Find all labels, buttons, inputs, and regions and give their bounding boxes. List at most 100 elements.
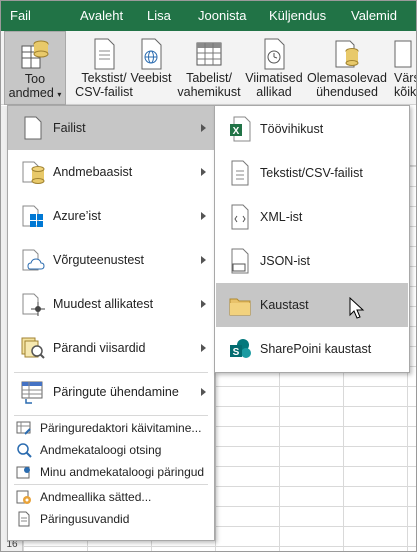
cloud-icon <box>22 249 45 271</box>
submenu-arrow-icon <box>201 256 206 264</box>
submenu-item-label: JSON-ist <box>260 254 310 268</box>
get-data-menu: Failist Andmebaasist Azure’ist Võrguteen… <box>7 105 215 541</box>
menu-item-label: Azure’ist <box>53 209 101 223</box>
svg-text:S: S <box>233 347 240 358</box>
json-file-icon <box>231 248 249 274</box>
query-editor-icon <box>16 421 31 435</box>
menu-item-from-file[interactable]: Failist <box>8 106 214 150</box>
sharepoint-icon: S <box>230 339 251 358</box>
folder-icon <box>229 298 251 316</box>
menu-item-combine-queries[interactable]: Päringute ühendamine <box>8 370 214 414</box>
submenu-item-from-xml[interactable]: XML-ist <box>216 195 408 239</box>
menu-item-label: Andmebaasist <box>53 165 133 179</box>
from-file-submenu: X Töövihikust Tekstist/CSV-failist XML-i… <box>214 105 410 373</box>
menu-item-launch-query-editor[interactable]: Päringuredaktori käivitamine... <box>8 417 214 439</box>
connections-icon <box>335 40 359 68</box>
recent-sources-button[interactable]: Viimatised allikad <box>243 31 305 105</box>
table-grid-icon <box>196 42 222 66</box>
from-web-label: Veebist <box>130 71 172 85</box>
menu-item-label: Muudest allikatest <box>53 297 154 311</box>
submenu-item-label: Kaustast <box>260 298 309 312</box>
submenu-arrow-icon <box>201 300 206 308</box>
database-table-icon <box>21 40 49 69</box>
existing-connections-label-2: ühendused <box>316 85 378 99</box>
submenu-arrow-icon <box>201 388 206 396</box>
database-icon <box>22 161 45 184</box>
menu-item-query-options[interactable]: Päringusuvandid <box>8 508 214 530</box>
text-file-icon <box>231 160 249 186</box>
menu-item-data-source-settings[interactable]: Andmeallika sätted... <box>8 486 214 508</box>
query-options-icon <box>18 511 30 527</box>
submenu-arrow-icon <box>201 212 206 220</box>
menu-item-label: Minu andmekataloogi päringud <box>40 465 205 479</box>
submenu-item-label: Töövihikust <box>260 122 324 136</box>
menu-item-my-catalog-queries[interactable]: Minu andmekataloogi päringud <box>8 461 214 483</box>
menu-item-data-catalog-search[interactable]: Andmekataloogi otsing <box>8 439 214 461</box>
menu-item-label: Failist <box>53 121 86 135</box>
refresh-icon <box>394 40 412 68</box>
submenu-item-label: SharePoini kaustast <box>260 342 372 356</box>
menu-separator <box>14 415 208 416</box>
ribbon-tab-bar: Fail Avaleht Lisa Joonista Küljendus Val… <box>1 1 416 31</box>
recent-sources-label-2: allikad <box>256 85 292 99</box>
my-catalog-icon <box>16 466 30 479</box>
existing-connections-button[interactable]: Olemasolevad ühendused <box>307 31 387 105</box>
menu-item-from-online-services[interactable]: Võrguteenustest <box>8 238 214 282</box>
submenu-item-from-text-csv[interactable]: Tekstist/CSV-failist <box>216 151 408 195</box>
get-data-button[interactable]: Too andmed ▾ <box>4 31 66 105</box>
menu-item-label: Päringusuvandid <box>40 512 130 526</box>
submenu-arrow-icon <box>201 168 206 176</box>
submenu-arrow-icon <box>201 124 206 132</box>
submenu-item-from-sharepoint-folder[interactable]: S SharePoini kaustast <box>216 327 408 371</box>
menu-item-label: Andmeallika sätted... <box>40 490 152 504</box>
menu-item-label: Pärandi viisardid <box>53 341 146 355</box>
mouse-pointer-icon <box>349 297 365 319</box>
catalog-search-icon <box>17 443 32 458</box>
from-web-button[interactable]: Veebist <box>128 31 174 105</box>
xml-file-icon <box>231 204 249 230</box>
refresh-all-label-1: Värsk <box>394 71 416 85</box>
web-page-icon <box>141 38 162 70</box>
menu-item-legacy-wizards[interactable]: Pärandi viisardid <box>8 326 214 370</box>
submenu-item-label: Tekstist/CSV-failist <box>260 166 363 180</box>
combine-queries-icon <box>21 381 43 404</box>
from-table-label-2: vahemikust <box>177 85 241 99</box>
tab-draw[interactable]: Joonista <box>198 1 246 31</box>
submenu-item-from-workbook[interactable]: X Töövihikust <box>216 107 408 151</box>
from-table-label-1: Tabelist/ <box>186 71 232 85</box>
menu-item-label: Päringuredaktori käivitamine... <box>40 421 202 435</box>
excel-workbook-icon: X <box>230 116 251 142</box>
existing-connections-label-1: Olemasolevad <box>307 71 387 85</box>
text-file-icon <box>94 38 115 70</box>
tab-page-layout[interactable]: Küljendus <box>269 1 326 31</box>
excel-window: Fail Avaleht Lisa Joonista Küljendus Val… <box>0 0 417 552</box>
get-data-label-1: Too <box>24 72 46 86</box>
tab-formulas[interactable]: Valemid <box>351 1 397 31</box>
menu-separator <box>14 484 208 485</box>
tab-home[interactable]: Avaleht <box>80 1 123 31</box>
menu-item-label: Võrguteenustest <box>53 253 145 267</box>
refresh-all-button[interactable]: Värskkõik <box>390 31 417 105</box>
from-table-range-button[interactable]: Tabelist/vahemikust <box>177 31 241 105</box>
other-sources-icon <box>22 293 45 316</box>
submenu-arrow-icon <box>201 344 206 352</box>
submenu-item-from-json[interactable]: JSON-ist <box>216 239 408 283</box>
submenu-item-from-folder[interactable]: Kaustast <box>216 283 408 327</box>
menu-item-label: Päringute ühendamine <box>53 385 179 399</box>
svg-text:X: X <box>233 126 240 137</box>
tab-file[interactable]: Fail <box>10 1 31 31</box>
file-icon <box>24 116 42 140</box>
menu-item-label: Andmekataloogi otsing <box>40 443 162 457</box>
azure-icon <box>22 205 43 227</box>
tab-insert[interactable]: Lisa <box>147 1 171 31</box>
data-source-settings-icon <box>16 490 31 504</box>
menu-item-from-azure[interactable]: Azure’ist <box>8 194 214 238</box>
legacy-wizard-icon <box>21 337 45 359</box>
clock-file-icon <box>264 38 285 70</box>
menu-item-from-database[interactable]: Andmebaasist <box>8 150 214 194</box>
refresh-all-label-2: kõik <box>394 85 417 99</box>
ribbon: Too andmed ▾ Tekstist/CSV-failist Veebist <box>1 31 417 105</box>
menu-item-from-other-sources[interactable]: Muudest allikatest <box>8 282 214 326</box>
recent-sources-label-1: Viimatised <box>245 71 303 85</box>
chevron-down-icon: ▾ <box>57 90 62 99</box>
